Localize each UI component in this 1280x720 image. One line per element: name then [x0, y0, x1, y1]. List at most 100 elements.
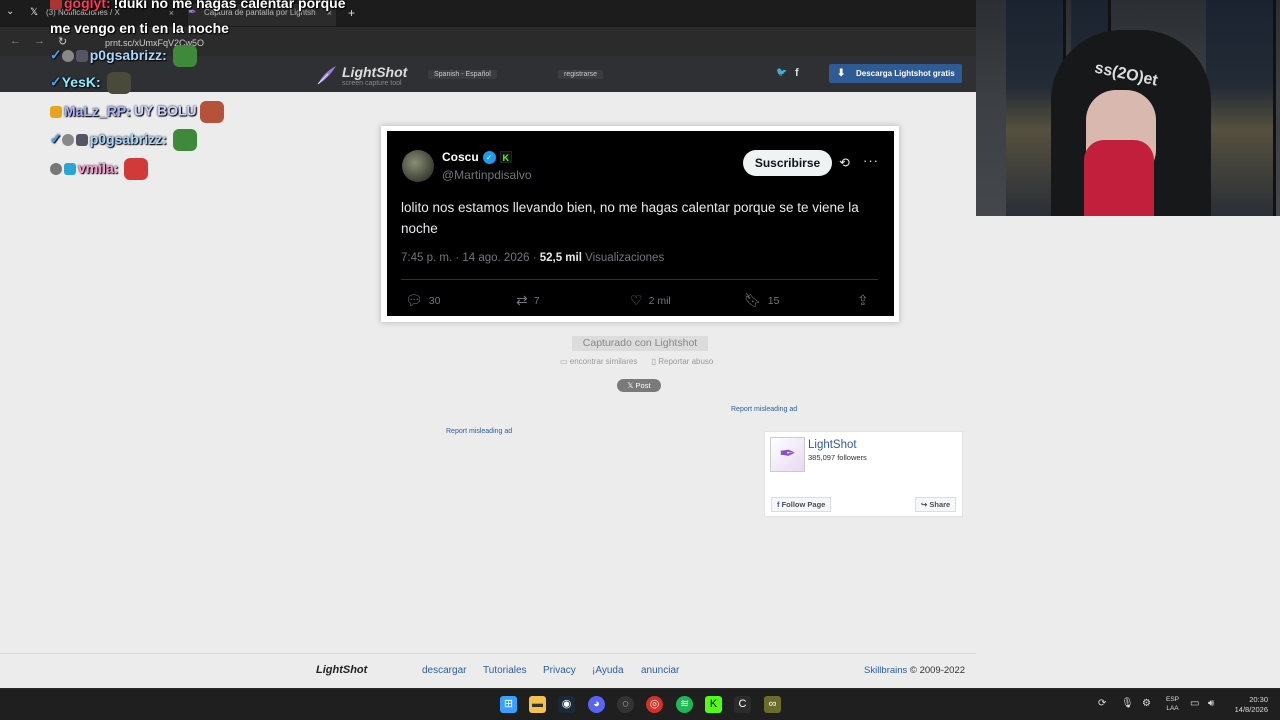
- system-clock[interactable]: 20:30 14/8/2026: [1228, 695, 1268, 715]
- badge-icon: [61, 50, 74, 62]
- report-ad-link-right[interactable]: Report misleading ad: [731, 406, 797, 413]
- windows-taskbar: ⊞ ▬ ◉ ◕ ◌ ◎ ≋ K C ∞ ⟳ 🎙︎ ⚙ ESP LAA ▭ 🔊︎ …: [0, 688, 1280, 720]
- subscribe-button[interactable]: Suscribirse: [743, 150, 832, 176]
- lightshot-page-logo-icon[interactable]: ✒: [770, 437, 805, 472]
- fb-page-name[interactable]: LightShot: [808, 439, 857, 451]
- tweet-display-name[interactable]: Coscu: [442, 150, 479, 164]
- facebook-page-widget: ✒ LightShot 385,097 followers f Follow P…: [764, 431, 963, 517]
- reply-action[interactable]: 💬︎ 30: [405, 292, 440, 309]
- bookmark-count: 15: [767, 294, 780, 307]
- language-select[interactable]: Spanish - Español: [428, 70, 497, 79]
- follow-page-button[interactable]: f Follow Page: [771, 497, 832, 512]
- discord-icon[interactable]: ◕: [588, 696, 605, 713]
- forward-icon[interactable]: →: [34, 35, 45, 47]
- webcam-overlay: ss(2O)et: [976, 0, 1280, 216]
- window-pane: [1206, 0, 1276, 216]
- network-icon[interactable]: ▭: [1190, 698, 1199, 709]
- badge-icon: [75, 50, 88, 62]
- volume-icon[interactable]: 🔊︎: [1208, 698, 1214, 709]
- download-icon: ⬇: [837, 68, 846, 79]
- angry-emote-icon: [199, 101, 224, 123]
- reply-icon: 💬︎: [405, 292, 423, 308]
- badge-icon: [61, 134, 74, 146]
- verified-badge-icon: ✓: [50, 73, 62, 90]
- find-similar-link[interactable]: ▭ encontrar similares: [560, 357, 643, 366]
- footer-link-advertise[interactable]: anunciar: [641, 665, 679, 676]
- steam-icon[interactable]: ◉: [558, 696, 575, 713]
- kick-icon[interactable]: K: [705, 696, 722, 713]
- avatar[interactable]: [402, 150, 434, 182]
- screenshot-image[interactable]: Coscu ✓ K @Martinpdisalvo Suscribirse ⟲ …: [381, 126, 899, 322]
- back-icon[interactable]: ←: [10, 35, 21, 47]
- microphone-icon[interactable]: 🎙︎: [1121, 698, 1134, 709]
- obs-icon[interactable]: ◌: [617, 696, 634, 713]
- fb-followers: 385,097 followers: [808, 453, 867, 462]
- divider: [401, 279, 878, 280]
- more-options-icon[interactable]: ···: [863, 153, 879, 168]
- tweet-author-row: Coscu ✓ K: [442, 150, 512, 164]
- spotify-icon[interactable]: ≋: [676, 696, 693, 713]
- download-lightshot-button[interactable]: ⬇ Descarga Lightshot gratis: [829, 64, 962, 83]
- bookmark-action[interactable]: 🔖︎ 15: [744, 292, 779, 309]
- badge-icon: [75, 134, 88, 146]
- like-count: 2 mil: [648, 294, 671, 307]
- kick-badge-icon: K: [499, 151, 512, 163]
- share-icon: ⇪: [857, 292, 869, 308]
- chat-message: ✓YesK:: [50, 72, 131, 94]
- skillbrains-link[interactable]: Skillbrains: [864, 665, 907, 676]
- app-icon[interactable]: ∞: [764, 696, 781, 713]
- footer-link-download[interactable]: descargar: [422, 665, 466, 676]
- badge-icon: [50, 106, 62, 118]
- windows-start-icon[interactable]: ⊞: [500, 696, 517, 713]
- repost-action[interactable]: ⇄ 7: [516, 292, 540, 309]
- chat-message: ✓ p0gsabrizz:: [50, 45, 197, 67]
- pepe-emote-icon: [172, 45, 197, 67]
- footer-link-help[interactable]: ¡Ayuda: [592, 665, 624, 676]
- badge-icon: [64, 163, 76, 175]
- tray-sync-icon[interactable]: ⟳: [1098, 698, 1106, 709]
- twitter-icon[interactable]: 🐦: [776, 67, 787, 78]
- verified-badge-icon: ✓: [482, 150, 496, 164]
- tweet-card: Coscu ✓ K @Martinpdisalvo Suscribirse ⟲ …: [387, 131, 894, 316]
- like-action[interactable]: ♡ 2 mil: [630, 292, 671, 309]
- badge-icon: [50, 0, 62, 11]
- chat-message: goglyt: !duki no me hagas calentar porque: [50, 0, 345, 11]
- tweet-views-label: Visualizaciones: [581, 252, 665, 264]
- tab-search-menu-icon[interactable]: ⌄: [6, 6, 14, 17]
- x-logo-icon: 𝕏: [30, 7, 39, 18]
- file-explorer-icon[interactable]: ▬: [529, 696, 546, 713]
- logo-name: LightShot: [342, 64, 408, 80]
- image-actions: ▭ encontrar similares ▯ Reportar abuso: [560, 357, 725, 366]
- logo-tagline: screen capture tool: [342, 80, 402, 87]
- browser-icon[interactable]: C: [734, 696, 751, 713]
- badge-icon: [50, 163, 62, 175]
- footer-link-tutorials[interactable]: Tutoriales: [483, 665, 527, 676]
- bookmark-icon: 🔖︎: [744, 292, 762, 308]
- page-footer: LightShot descargar Tutoriales Privacy ¡…: [0, 653, 976, 688]
- footer-link-privacy[interactable]: Privacy: [543, 665, 576, 676]
- repost-icon: ⇄: [516, 292, 528, 308]
- grok-icon[interactable]: ⟲: [839, 155, 850, 171]
- emote-icon: [124, 158, 149, 180]
- register-link[interactable]: registrarse: [558, 70, 604, 79]
- x-post-button[interactable]: 𝕏 Post: [617, 379, 661, 392]
- chat-message: MaLz_RP: UY BOLU: [50, 101, 224, 123]
- facebook-icon: f: [777, 500, 780, 509]
- tweet-meta: 7:45 p. m. · 14 ago. 2026 · 52,5 mil Vis…: [401, 252, 664, 264]
- report-ad-link-left[interactable]: Report misleading ad: [446, 428, 512, 435]
- footer-logo[interactable]: LightShot: [316, 664, 367, 676]
- share-action[interactable]: ⇪: [857, 292, 869, 309]
- tweet-timestamp[interactable]: 7:45 p. m. · 14 ago. 2026 ·: [401, 252, 540, 264]
- captured-with-lightshot-label: Capturado con Lightshot: [572, 336, 708, 351]
- tweet-handle[interactable]: @Martinpdisalvo: [442, 168, 532, 182]
- verified-badge-icon: ✓: [50, 130, 62, 147]
- report-abuse-link[interactable]: ▯ Reportar abuso: [652, 357, 720, 366]
- facebook-icon[interactable]: f: [795, 67, 799, 79]
- chrome-icon[interactable]: ◎: [646, 696, 663, 713]
- tray-app-icon[interactable]: ⚙: [1142, 698, 1151, 709]
- language-indicator[interactable]: ESP LAA: [1166, 695, 1179, 713]
- streamer-hand: [1084, 140, 1154, 216]
- repost-count: 7: [533, 294, 540, 307]
- new-tab-icon[interactable]: +: [348, 6, 355, 20]
- share-button[interactable]: ↪ Share: [915, 497, 957, 512]
